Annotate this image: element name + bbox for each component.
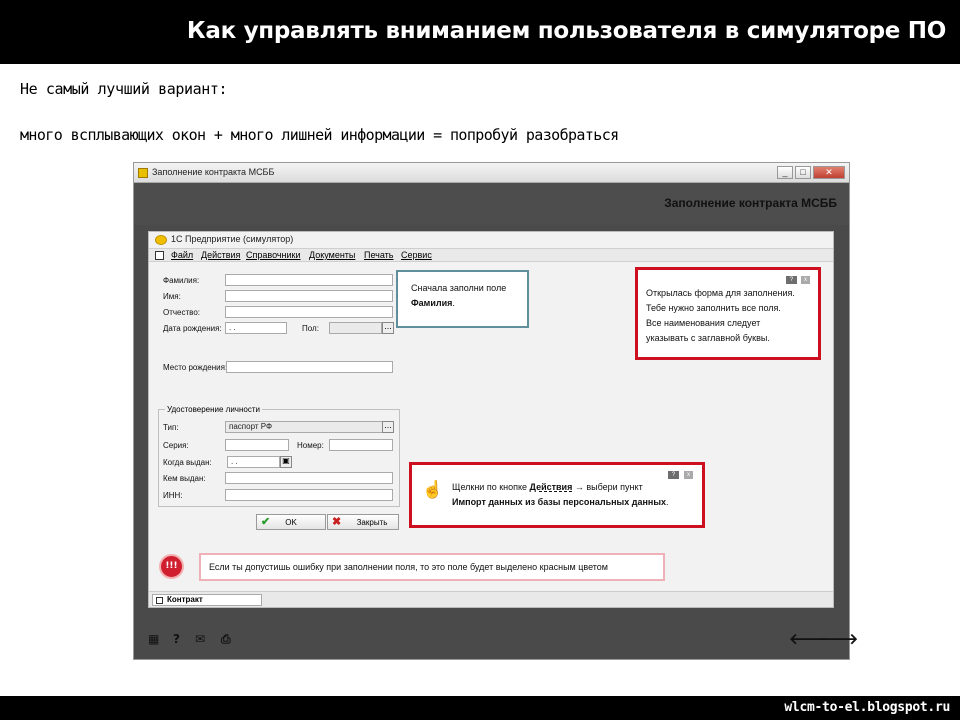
- ok-label: OK: [285, 518, 297, 527]
- error-tip: Если ты допустишь ошибку при заполнении …: [199, 553, 665, 581]
- window-titlebar: Заполнение контракта МСББ _ □ ✕: [134, 163, 849, 183]
- surname-label: Фамилия:: [163, 276, 200, 285]
- issued-by-field[interactable]: [225, 472, 393, 484]
- arrow-right-icon[interactable]: 🡒: [818, 632, 858, 647]
- menu-documents[interactable]: Документы: [309, 250, 355, 260]
- gender-label: Пол:: [302, 324, 319, 333]
- inner-titlebar: 1С Предприятие (симулятор): [149, 232, 833, 248]
- inn-field[interactable]: [225, 489, 393, 501]
- series-label: Серия:: [163, 441, 189, 450]
- birthdate-label: Дата рождения:: [163, 324, 222, 333]
- info-line-4: указывать с заглавной буквы.: [646, 333, 770, 343]
- close-badge-icon[interactable]: x: [684, 471, 693, 479]
- maximize-button[interactable]: □: [795, 166, 811, 179]
- action-box: ? x ☝ Щелкни по кнопке Действия → выбери…: [409, 462, 705, 528]
- minimize-button[interactable]: _: [777, 166, 793, 179]
- action-mid: → выбери пункт: [572, 482, 643, 492]
- site-url: wlcm-to-el.blogspot.ru: [784, 700, 950, 715]
- simulator-window: Заполнение контракта МСББ _ □ ✕ Заполнен…: [133, 162, 858, 660]
- menu-file[interactable]: Файл: [171, 250, 193, 260]
- gender-field[interactable]: [329, 322, 382, 334]
- hint-text: Сначала заполни поле: [411, 283, 507, 293]
- number-label: Номер:: [297, 441, 324, 450]
- birthplace-label: Место рождения:: [163, 363, 228, 372]
- document-icon[interactable]: [155, 251, 164, 260]
- window-title: Заполнение контракта МСББ: [152, 167, 275, 177]
- inn-label: ИНН:: [163, 491, 183, 500]
- intro-line-2: много всплывающих окон + много лишней ин…: [20, 126, 619, 144]
- patronymic-field[interactable]: [225, 306, 393, 318]
- action-bold-2: Импорт данных из базы персональных данны…: [452, 497, 667, 507]
- grid-icon[interactable]: ▦: [148, 633, 159, 645]
- menu-print[interactable]: Печать: [364, 250, 393, 260]
- help-icon[interactable]: ?: [173, 633, 180, 645]
- info-line-3: Все наименования следует: [646, 318, 761, 328]
- issued-when-label: Когда выдан:: [163, 458, 212, 467]
- slide-footer: wlcm-to-el.blogspot.ru: [0, 696, 960, 720]
- header-band: Заполнение контракта МСББ: [134, 183, 849, 225]
- close-window-button[interactable]: ✕: [813, 166, 845, 179]
- print-icon[interactable]: ⎙: [221, 633, 231, 645]
- close-label: Закрыть: [356, 518, 388, 527]
- patronymic-label: Отчество:: [163, 308, 200, 317]
- mail-icon[interactable]: ✉: [195, 633, 205, 645]
- name-field[interactable]: [225, 290, 393, 302]
- birthplace-field[interactable]: [226, 361, 393, 373]
- slide-title: Как управлять вниманием пользователя в с…: [186, 18, 946, 44]
- error-text: Если ты допустишь ошибку при заполнении …: [209, 562, 608, 572]
- hint-tooltip: Сначала заполни поле Фамилия.: [396, 270, 529, 328]
- name-label: Имя:: [163, 292, 181, 301]
- birthdate-field[interactable]: . .: [225, 322, 287, 334]
- ok-button[interactable]: ✔ OK: [256, 514, 326, 530]
- calendar-icon[interactable]: ▣: [280, 456, 292, 468]
- cross-icon: ✖: [332, 516, 342, 528]
- close-button[interactable]: ✖ Закрыть: [327, 514, 399, 530]
- doc-type-field[interactable]: паспорт РФ: [225, 421, 383, 433]
- help-badge-icon[interactable]: ?: [786, 276, 797, 284]
- info-line-1: Открылась форма для заполнения.: [646, 288, 795, 298]
- number-field[interactable]: [329, 439, 393, 451]
- 1c-logo-icon: [155, 235, 167, 245]
- tab-contract[interactable]: Контракт: [152, 594, 262, 606]
- intro-line-1: Не самый лучший вариант:: [20, 80, 228, 98]
- info-box: ? x Открылась форма для заполнения. Тебе…: [635, 267, 821, 360]
- id-group-label: Удостоверение личности: [165, 405, 262, 414]
- action-suffix: .: [666, 497, 669, 507]
- issued-when-field[interactable]: . .: [227, 456, 280, 468]
- gender-select-button[interactable]: ...: [382, 322, 394, 334]
- hint-bold: Фамилия: [411, 298, 453, 308]
- tab-doc-icon: [156, 597, 163, 604]
- menu-references[interactable]: Справочники: [246, 250, 301, 260]
- action-text: Щелкни по кнопке: [452, 482, 530, 492]
- hand-pointer-icon: ☝: [422, 480, 444, 499]
- inner-title: 1С Предприятие (симулятор): [171, 234, 294, 244]
- close-badge-icon[interactable]: x: [801, 276, 810, 284]
- warning-icon: !!!: [159, 554, 184, 579]
- doc-type-label: Тип:: [163, 423, 179, 432]
- menu-service[interactable]: Сервис: [401, 250, 432, 260]
- inner-1c-window: 1С Предприятие (симулятор) Файл Действия…: [148, 231, 834, 608]
- doc-type-select-button[interactable]: ...: [382, 421, 394, 433]
- hint-suffix: .: [452, 298, 455, 308]
- action-bold: Действия: [529, 482, 573, 492]
- tab-label: Контракт: [167, 595, 203, 604]
- help-badge-icon[interactable]: ?: [668, 471, 679, 479]
- series-field[interactable]: [225, 439, 289, 451]
- tab-bar: Контракт: [149, 591, 833, 607]
- surname-field[interactable]: [225, 274, 393, 286]
- info-line-2: Тебе нужно заполнить все поля.: [646, 303, 781, 313]
- menubar: Файл Действия Справочники Документы Печа…: [149, 248, 833, 262]
- slide-header: Как управлять вниманием пользователя в с…: [0, 0, 960, 64]
- menu-actions[interactable]: Действия: [201, 250, 240, 260]
- issued-by-label: Кем выдан:: [163, 474, 206, 483]
- window-footer: ▦ ? ✉ ⎙ 🡐 🡒: [134, 615, 858, 659]
- app-icon: [138, 168, 148, 178]
- header-title: Заполнение контракта МСББ: [664, 196, 837, 210]
